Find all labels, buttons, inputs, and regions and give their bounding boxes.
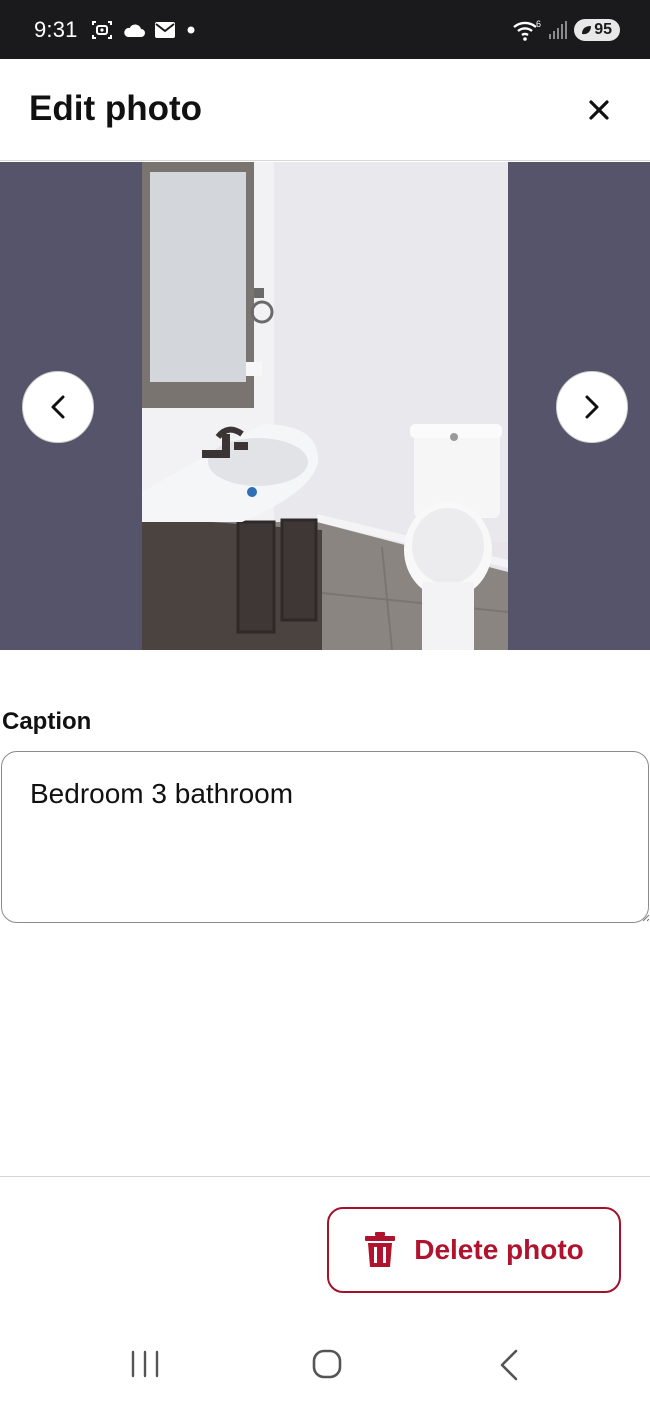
status-time: 9:31 xyxy=(34,17,78,42)
chevron-left-icon xyxy=(51,395,65,419)
close-button[interactable] xyxy=(580,91,618,129)
signal-icon xyxy=(549,21,568,39)
back-icon[interactable] xyxy=(496,1348,524,1382)
next-photo-button[interactable] xyxy=(556,371,628,443)
status-system-icons: 6 95 xyxy=(512,16,620,44)
android-nav-bar xyxy=(0,1320,650,1409)
home-icon[interactable] xyxy=(311,1348,343,1380)
screen-record-icon xyxy=(92,21,112,39)
footer-divider xyxy=(0,1176,650,1177)
network-type: 6 xyxy=(536,19,541,29)
battery-saver-icon xyxy=(582,26,592,35)
previous-photo-button[interactable] xyxy=(22,371,94,443)
resize-grip-icon[interactable] xyxy=(640,912,650,922)
photo-viewer xyxy=(0,162,650,650)
recents-icon[interactable] xyxy=(128,1350,162,1378)
delete-photo-label: Delete photo xyxy=(414,1234,584,1265)
close-icon xyxy=(589,100,609,120)
status-notification-icons xyxy=(90,17,198,43)
trash-icon xyxy=(365,1232,396,1267)
wifi-icon: 6 xyxy=(513,19,541,41)
dot-icon xyxy=(187,26,195,34)
bathroom-photo xyxy=(142,162,508,650)
page-title: Edit photo xyxy=(29,89,203,128)
status-bar: 9:31 6 95 xyxy=(0,0,650,59)
chevron-right-icon xyxy=(585,395,599,419)
caption-textarea[interactable]: Bedroom 3 bathroom xyxy=(1,751,649,923)
mail-icon xyxy=(155,22,175,38)
caption-label: Caption xyxy=(2,708,92,735)
battery-level: 95 xyxy=(594,21,612,38)
delete-photo-button[interactable]: Delete photo xyxy=(327,1207,621,1293)
cloud-icon xyxy=(124,24,145,37)
header: Edit photo xyxy=(0,59,650,161)
battery-indicator: 95 xyxy=(574,19,620,41)
